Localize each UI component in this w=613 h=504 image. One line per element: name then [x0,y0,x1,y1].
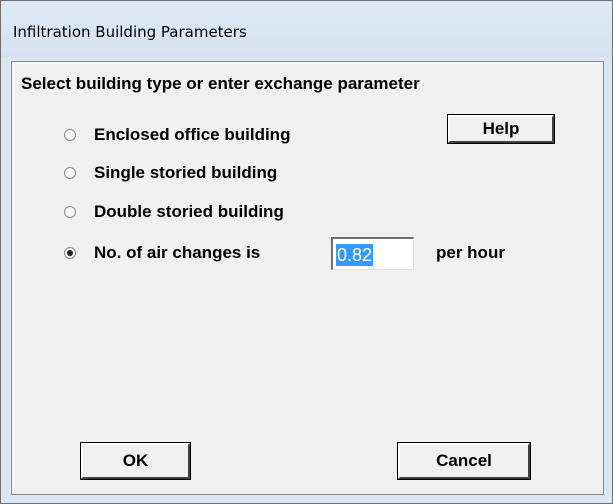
radio-air-changes[interactable]: No. of air changes is [64,243,260,263]
radio-button-icon[interactable] [64,206,76,218]
cancel-button[interactable]: Cancel [397,442,531,480]
per-hour-label: per hour [436,243,505,262]
air-changes-input[interactable]: 0.82 [331,237,414,270]
help-button[interactable]: Help [447,114,555,144]
radio-label: Enclosed office building [94,125,291,144]
air-changes-value: 0.82 [336,244,374,266]
dialog-heading: Select building type or enter exchange p… [21,74,420,93]
title-bar[interactable]: Infiltration Building Parameters [1,1,612,57]
radio-double-storied[interactable]: Double storied building [64,202,284,222]
ok-button[interactable]: OK [80,442,191,480]
radio-single-storied[interactable]: Single storied building [64,163,277,183]
radio-label: Single storied building [94,163,278,182]
radio-button-checked-icon[interactable] [64,247,76,259]
radio-button-icon[interactable] [64,167,76,179]
radio-button-icon[interactable] [64,129,76,141]
radio-enclosed-office[interactable]: Enclosed office building [64,125,290,145]
dialog-window: Infiltration Building Parameters Select … [0,0,613,504]
radio-label: No. of air changes is [94,243,261,262]
window-title: Infiltration Building Parameters [13,23,247,41]
radio-label: Double storied building [94,202,284,221]
